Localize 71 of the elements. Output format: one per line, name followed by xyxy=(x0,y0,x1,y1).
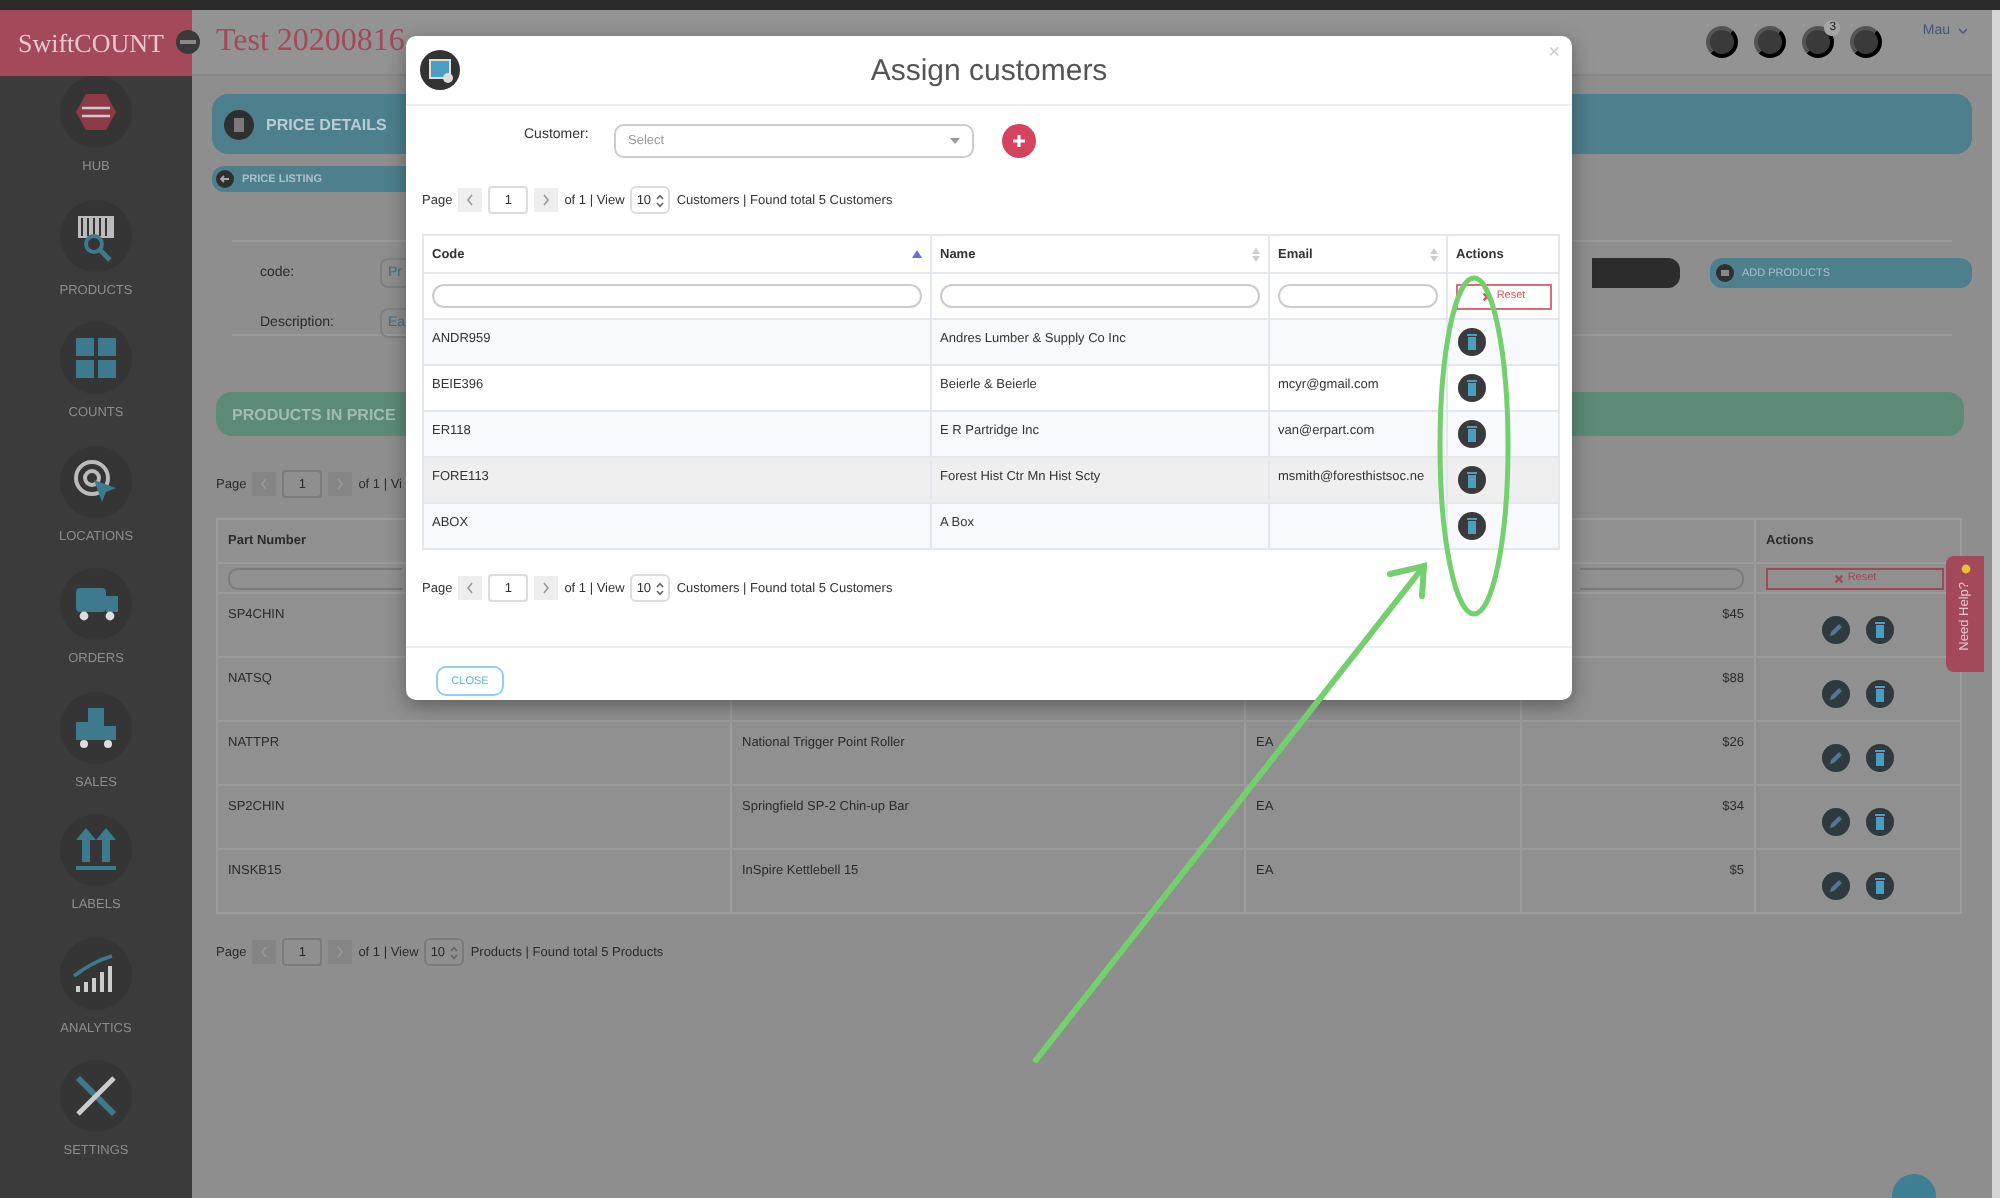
trash-icon xyxy=(1466,334,1478,350)
next-page-button[interactable] xyxy=(534,188,559,212)
filter-field[interactable] xyxy=(1580,567,1744,589)
section-title: PRICE DETAILS xyxy=(266,115,387,133)
counts-icon[interactable] xyxy=(60,322,132,394)
caret-icon xyxy=(1958,27,1968,33)
trash-icon xyxy=(1874,750,1886,766)
delete-button[interactable] xyxy=(1458,466,1486,494)
caret-icon xyxy=(950,138,960,144)
app-logo: SwiftCOUNT xyxy=(0,10,192,76)
box-icon xyxy=(1716,264,1734,282)
filter-field[interactable] xyxy=(432,284,922,308)
edit-button[interactable] xyxy=(1822,616,1850,644)
pencil-icon xyxy=(1828,686,1844,702)
trash-icon xyxy=(1874,814,1886,830)
chevron-left-icon xyxy=(466,194,475,206)
next-page-button[interactable] xyxy=(534,576,559,600)
pencil-icon xyxy=(1828,814,1844,830)
close-icon xyxy=(1482,291,1493,301)
updown-icon xyxy=(450,945,459,959)
trash-icon xyxy=(1466,380,1478,396)
edit-button[interactable] xyxy=(1822,808,1850,836)
trash-icon xyxy=(1874,686,1886,702)
prev-page-button[interactable] xyxy=(458,576,483,600)
products-icon[interactable] xyxy=(60,199,132,271)
updown-icon xyxy=(656,193,665,207)
pencil-icon xyxy=(1828,750,1844,766)
back-arrow-icon xyxy=(216,170,234,188)
delete-button[interactable] xyxy=(1458,374,1486,402)
modal-title: Assign customers xyxy=(870,53,1108,87)
plus-icon xyxy=(1012,134,1026,148)
delete-button[interactable] xyxy=(1458,420,1486,448)
chevron-right-icon xyxy=(542,582,551,594)
edit-button[interactable] xyxy=(1822,872,1850,900)
settings-icon[interactable] xyxy=(60,1060,132,1132)
document-icon xyxy=(224,109,254,139)
edit-button[interactable] xyxy=(1822,680,1850,708)
trash-icon xyxy=(1466,472,1478,488)
hub-icon[interactable] xyxy=(60,76,132,148)
updown-icon xyxy=(656,581,665,595)
labels-icon[interactable] xyxy=(60,814,132,886)
delete-button[interactable] xyxy=(1458,328,1486,356)
pencil-icon xyxy=(1828,878,1844,894)
sort-ascending-icon[interactable] xyxy=(912,250,922,258)
chevron-left-icon xyxy=(466,582,475,594)
section-title: PRODUCTS IN PRICE xyxy=(232,405,396,423)
trash-icon xyxy=(1874,878,1886,894)
action-button[interactable] xyxy=(1592,258,1680,288)
filter-field[interactable] xyxy=(940,284,1260,308)
lightbulb-icon xyxy=(1959,564,1971,576)
add-button[interactable] xyxy=(1002,124,1036,158)
edit-button[interactable] xyxy=(1822,744,1850,772)
filter-field[interactable] xyxy=(228,567,402,589)
settings-button[interactable] xyxy=(1754,26,1787,58)
locations-icon[interactable] xyxy=(60,445,132,517)
trash-icon xyxy=(1466,426,1478,442)
trash-icon xyxy=(1874,622,1886,638)
chevron-right-icon xyxy=(542,194,551,206)
calendar-button[interactable] xyxy=(1850,26,1883,58)
analytics-icon[interactable] xyxy=(60,937,132,1009)
orders-icon[interactable] xyxy=(60,568,132,640)
window-icon xyxy=(420,50,460,90)
download-button[interactable] xyxy=(1706,26,1739,58)
close-icon xyxy=(1833,573,1844,583)
sales-icon[interactable] xyxy=(60,691,132,763)
delete-button[interactable] xyxy=(1458,512,1486,540)
trash-icon xyxy=(1466,518,1478,534)
filter-field[interactable] xyxy=(1278,284,1438,308)
pencil-icon xyxy=(1828,622,1844,638)
prev-page-button[interactable] xyxy=(458,188,483,212)
page-title: Test 20200816 xyxy=(216,24,405,60)
